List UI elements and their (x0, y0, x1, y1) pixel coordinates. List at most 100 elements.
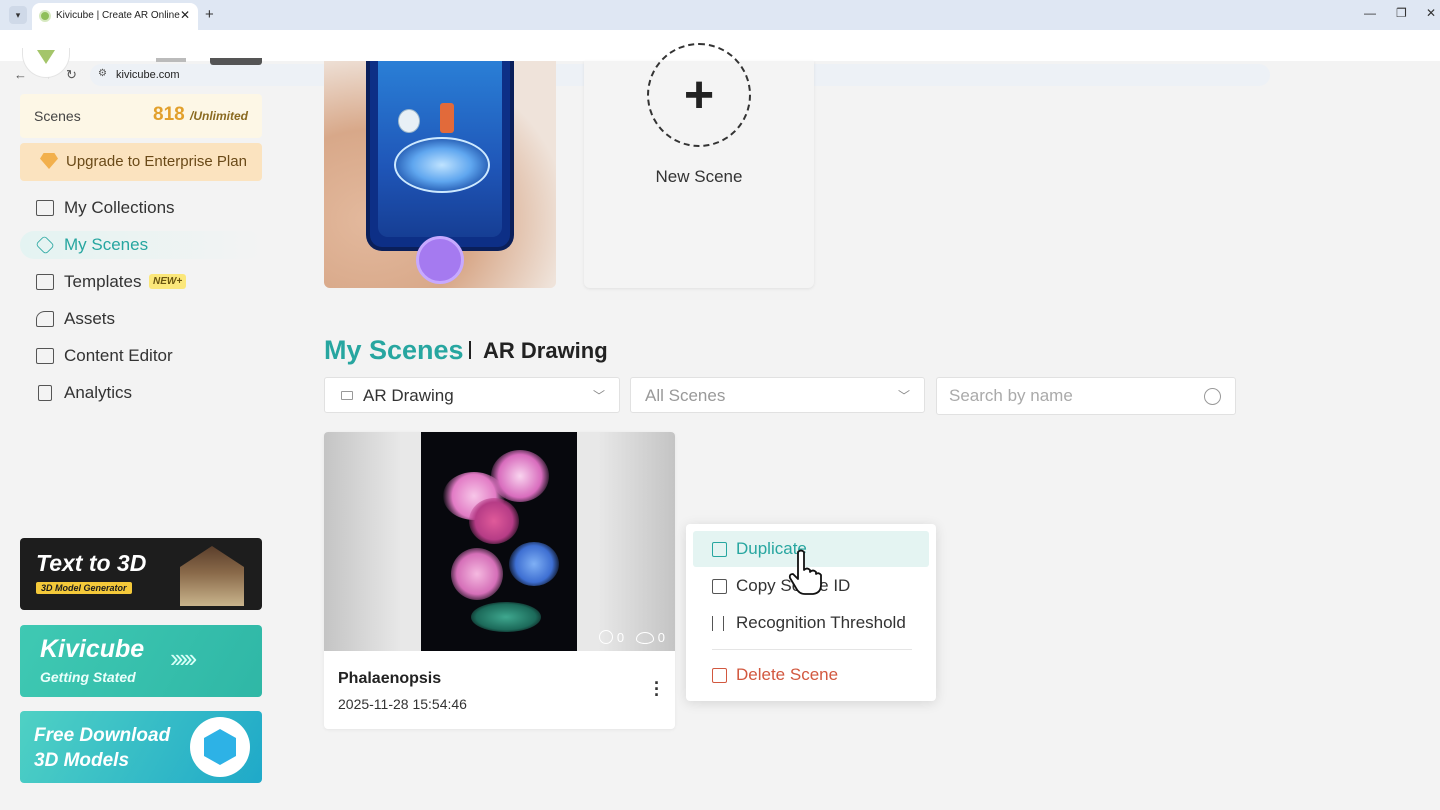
collection-select[interactable]: AR Drawing ﹀ (324, 377, 620, 413)
ar-platform-image (394, 137, 490, 193)
heading-divider (469, 341, 471, 359)
eye-icon (635, 632, 654, 644)
close-window-icon[interactable]: ✕ (1426, 6, 1436, 20)
cube-icon (35, 235, 55, 255)
browser-tab[interactable]: Kivicube | Create AR Online - ✕ (32, 3, 198, 30)
new-scene-circle: + (647, 43, 751, 147)
reload-icon[interactable]: ↻ (66, 67, 77, 83)
scene-scope-select-value: All Scenes (645, 386, 726, 405)
browser-tab-bar: ▾ Kivicube | Create AR Online - ✕ + — ❐ … (0, 0, 1440, 30)
top-link-fragment (156, 58, 186, 62)
sidebar-item-label: Analytics (64, 383, 133, 402)
search-box (936, 377, 1236, 415)
template-preview-card[interactable] (324, 61, 556, 288)
menu-item-label: Recognition Threshold (736, 613, 906, 632)
collection-title: AR Drawing (483, 338, 608, 363)
restore-icon[interactable]: ❐ (1396, 6, 1407, 20)
image-icon (36, 274, 54, 290)
sidebar-item-label: Templates (64, 272, 142, 291)
diamond-icon (40, 153, 58, 169)
sidebar-item-analytics[interactable]: Analytics (20, 379, 262, 407)
phone-image (366, 61, 514, 251)
scene-date: 2025-11-28 15:54:46 (338, 696, 467, 712)
banner-title: Kivicube (40, 635, 145, 663)
minimize-icon[interactable]: — (1364, 6, 1376, 20)
scenes-limit: /Unlimited (189, 109, 248, 123)
collection-select-value: AR Drawing (363, 386, 454, 405)
arrows-icon: ››››› (170, 643, 197, 673)
new-badge: NEW+ (149, 274, 187, 289)
banner-subtitle: 3D Model Generator (36, 582, 132, 594)
editor-icon (36, 348, 54, 364)
ar-screen-image (378, 61, 502, 237)
search-icon[interactable] (1204, 388, 1221, 405)
new-scene-card[interactable]: + New Scene (584, 43, 814, 288)
site-info-icon[interactable]: ⚙ (98, 68, 107, 79)
folder-icon (341, 391, 353, 400)
report-icon (38, 385, 52, 401)
scenes-quota-card: Scenes 818 /Unlimited (20, 94, 262, 138)
scene-users-count: 0 (616, 630, 625, 645)
folder-icon (36, 200, 54, 216)
top-button-fragment[interactable] (210, 58, 262, 65)
scene-thumbnail: 0 0 (324, 432, 675, 651)
tab-list-icon[interactable]: ▾ (9, 6, 27, 24)
url-text: kivicube.com (116, 69, 180, 81)
sidebar-item-my-collections[interactable]: My Collections (20, 194, 262, 222)
orchid-image (421, 432, 577, 651)
scenes-label: Scenes (34, 108, 81, 124)
tab-title: Kivicube | Create AR Online - (56, 10, 182, 21)
upgrade-button[interactable]: Upgrade to Enterprise Plan (20, 143, 262, 181)
cup-figure-image (440, 103, 454, 133)
more-options-icon[interactable]: · · · (654, 674, 660, 704)
scene-stats: 0 0 (591, 630, 665, 645)
menu-item-delete-scene[interactable]: Delete Scene (693, 657, 929, 693)
close-tab-icon[interactable]: ✕ (180, 8, 190, 22)
user-icon (598, 630, 613, 644)
favicon-icon (39, 10, 51, 22)
menu-item-label: Delete Scene (736, 665, 839, 684)
new-scene-label: New Scene (655, 167, 743, 186)
chevron-down-icon: ﹀ (592, 389, 605, 403)
banner-title-line1: Free Download (34, 725, 171, 746)
sidebar-item-templates[interactable]: Templates NEW+ (20, 268, 262, 296)
scenes-count: 818 /Unlimited (153, 104, 248, 125)
robot-figure-image (398, 109, 420, 133)
sidebar-item-label: Assets (64, 309, 116, 328)
shapes-icon (36, 311, 54, 327)
scene-views-count: 0 (657, 630, 665, 645)
menu-item-recognition-threshold[interactable]: Recognition Threshold (693, 605, 929, 641)
hand-cursor-icon (788, 549, 822, 595)
plus-icon: + (683, 66, 715, 124)
banner-title-line2: 3D Models (34, 750, 130, 771)
sidebar-item-content-editor[interactable]: Content Editor (20, 342, 262, 370)
scene-card[interactable]: 0 0 Phalaenopsis 2025-11-28 15:54:46 · · · (324, 432, 675, 729)
banner-title: Text to 3D (36, 550, 147, 576)
sidebar-item-assets[interactable]: Assets (20, 305, 262, 333)
sidebar-item-label: My Scenes (64, 235, 149, 254)
scene-name: Phalaenopsis (338, 670, 442, 687)
download-3d-models-banner[interactable]: Free Download 3D Models (20, 711, 262, 783)
sidebar-item-label: My Collections (64, 198, 175, 217)
back-icon[interactable]: ← (14, 67, 27, 82)
new-tab-icon[interactable]: + (205, 6, 214, 23)
chevron-down-icon: ﹀ (897, 389, 910, 403)
duplicate-icon (712, 542, 727, 557)
scene-scope-select[interactable]: All Scenes ﹀ (630, 377, 925, 413)
logo-mark-icon (37, 50, 55, 64)
text-to-3d-banner[interactable]: Text to 3D 3D Model Generator (20, 538, 262, 610)
cube-icon (190, 717, 250, 777)
copy-icon (712, 579, 727, 594)
search-input[interactable] (949, 386, 1199, 406)
sidebar-item-label: Content Editor (64, 346, 173, 365)
upgrade-label: Upgrade to Enterprise Plan (66, 153, 247, 170)
sliders-icon (712, 616, 724, 631)
sidebar-item-my-scenes[interactable]: My Scenes (20, 231, 262, 259)
banner-subtitle: Getting Stated (40, 669, 136, 685)
house-model-image (180, 546, 244, 606)
record-button-image (416, 236, 464, 284)
getting-started-banner[interactable]: Kivicube Getting Stated ››››› (20, 625, 262, 697)
trash-icon (712, 668, 727, 683)
kivicube-logo[interactable] (22, 48, 70, 78)
page-title: My Scenes (324, 335, 464, 365)
